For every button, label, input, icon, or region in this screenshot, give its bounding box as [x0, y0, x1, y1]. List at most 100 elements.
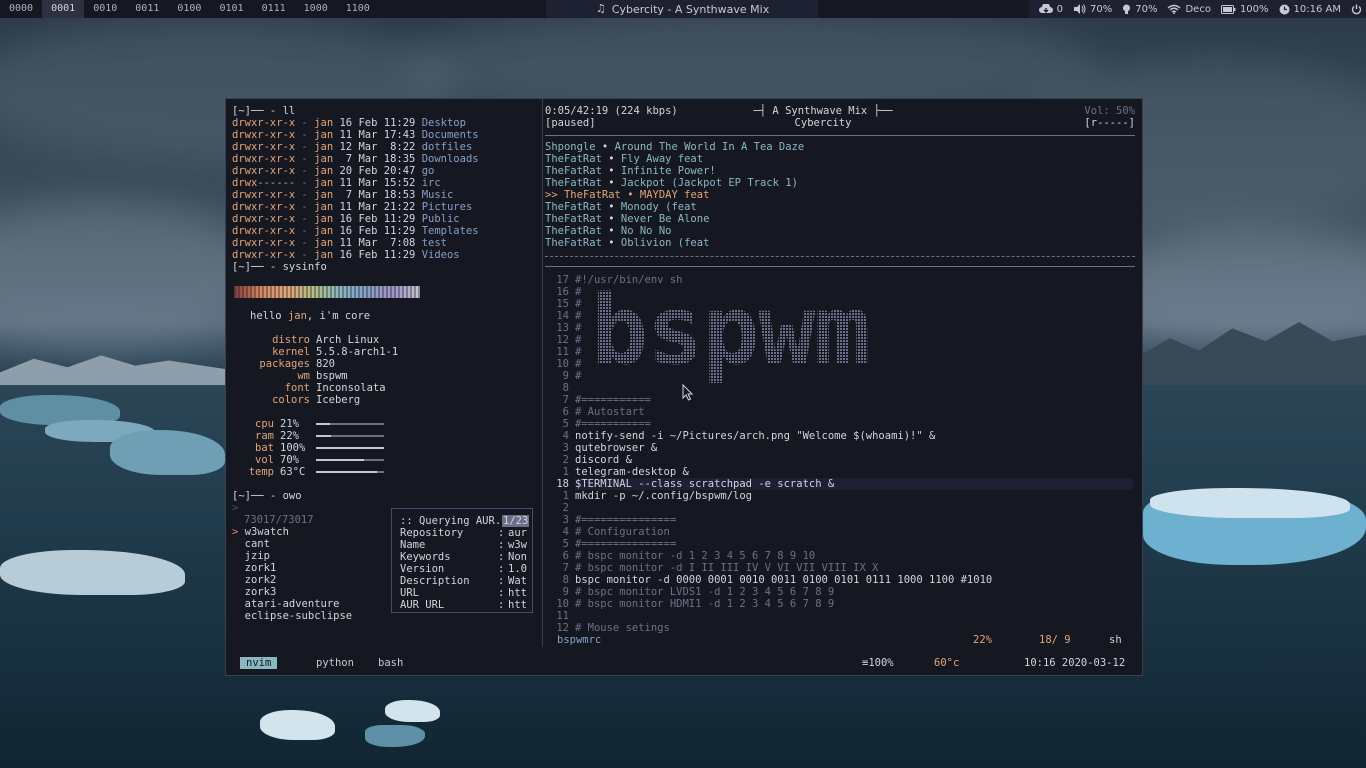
workspace-0111[interactable]: 0111 [253, 0, 295, 18]
result-item[interactable]: > w3watch [232, 526, 289, 538]
code-line[interactable]: # [575, 358, 581, 370]
result-item[interactable]: zork1 [232, 562, 277, 574]
code-line[interactable]: # bspc monitor -d I II III IV V VI VII V… [575, 562, 878, 574]
result-item[interactable]: eclipse-subclipse [232, 610, 352, 622]
code-text: # Autostart [575, 406, 645, 418]
code-line[interactable]: qutebrowser & [575, 442, 657, 454]
volume-module[interactable]: 70% [1073, 4, 1112, 15]
code-line[interactable]: telegram-desktop & [575, 466, 689, 478]
stat-value: 21% [280, 418, 299, 430]
code-line[interactable]: discord & [575, 454, 632, 466]
popup-value: htt [508, 587, 527, 599]
line-number: 14 [556, 310, 569, 322]
result-item[interactable]: jzip [232, 550, 270, 562]
time: 18:53 [383, 189, 416, 201]
battery-module[interactable]: 100% [1220, 4, 1269, 15]
workspace-0101[interactable]: 0101 [210, 0, 252, 18]
code-line[interactable]: # [575, 310, 581, 322]
tab-nvim[interactable]: nvim [240, 657, 278, 669]
code-line[interactable]: # bspc monitor -d 1 2 3 4 5 6 7 8 9 10 [575, 550, 815, 562]
workspace-0001[interactable]: 0001 [42, 0, 85, 18]
workspace-0011[interactable]: 0011 [126, 0, 168, 18]
info-value: Iceberg [316, 394, 361, 406]
brightness-module[interactable]: 70% [1122, 4, 1157, 15]
workspace-1000[interactable]: 1000 [295, 0, 337, 18]
stat-bar-fill [316, 459, 364, 461]
code-line[interactable]: # [575, 334, 581, 346]
playlist-item[interactable]: TheFatRat • Never Be Alone [545, 213, 709, 225]
code-text: # [575, 298, 582, 310]
line-number: 11 [556, 610, 569, 622]
playlist-item[interactable]: Shpongle • Around The World In A Tea Daz… [545, 141, 804, 153]
result-name: zork2 [244, 574, 277, 586]
playlist-item[interactable]: TheFatRat • Fly Away feat [545, 153, 703, 165]
wifi-module[interactable]: Deco [1167, 4, 1211, 15]
playlist-item[interactable]: TheFatRat • Monody (feat [545, 201, 697, 213]
result-item[interactable]: atari-adventure [232, 598, 340, 610]
code-line[interactable]: bspc monitor -d 0000 0001 0010 0011 0100… [575, 574, 992, 586]
playlist-item[interactable]: TheFatRat • Jackpot (Jackpot EP Track 1) [545, 177, 798, 189]
code-line[interactable]: # bspc monitor LVDS1 -d 1 2 3 4 5 6 7 8 … [575, 586, 834, 598]
playlist-item[interactable]: TheFatRat • Infinite Power! [545, 165, 716, 177]
tab-bash[interactable]: bash [372, 657, 409, 669]
music-volume[interactable]: Vol: 50% [1084, 105, 1135, 117]
code-line[interactable]: mkdir -p ~/.config/bspwm/log [575, 490, 752, 502]
code-line[interactable]: $TERMINAL --class scratchpad -e scratch … [575, 478, 1133, 490]
search-input[interactable]: > [232, 502, 238, 514]
code-line[interactable]: # [575, 370, 581, 382]
code-line[interactable]: # [575, 322, 581, 334]
filename: bspwmrc [557, 634, 602, 646]
code-line[interactable]: #=========== [575, 418, 651, 430]
code-line[interactable]: # bspc monitor HDMI1 -d 1 2 3 4 5 6 7 8 … [575, 598, 834, 610]
code-line[interactable]: #=============== [575, 538, 676, 550]
month: Feb [358, 213, 378, 225]
code-line[interactable]: #!/usr/bin/env sh [575, 274, 682, 286]
right-pane[interactable]: 0:05/42:19 (224 kbps) [paused] ─┤ A Synthw… [542, 99, 1143, 647]
owner: jan [314, 189, 334, 201]
result-item[interactable]: cant [232, 538, 270, 550]
code-line[interactable]: # [575, 286, 581, 298]
title: Never Be Alone [620, 213, 710, 225]
title: Jackpot (Jackpot EP Track 1) [620, 177, 798, 189]
updates-module[interactable]: 0 [1038, 4, 1063, 15]
playlist-item[interactable]: >> TheFatRat • MAYDAY feat [545, 189, 709, 201]
code-line[interactable]: # Mouse setings [575, 622, 670, 634]
code-line[interactable]: # [575, 298, 581, 310]
code-line[interactable]: # [575, 346, 581, 358]
code-line[interactable]: # Configuration [575, 526, 670, 538]
title: No No No [620, 225, 672, 237]
workspace-0000[interactable]: 0000 [0, 0, 42, 18]
day: 11 [339, 129, 353, 141]
workspace-1100[interactable]: 1100 [337, 0, 379, 18]
artist: Cybercity [794, 117, 852, 129]
clock-module[interactable]: 10:16 AM [1279, 4, 1341, 15]
owner: jan [314, 213, 334, 225]
popup-value: Wat [508, 575, 527, 587]
code-line[interactable]: # Autostart [575, 406, 645, 418]
code-text: bspc monitor -d 0000 0001 0010 0011 0100… [575, 574, 993, 586]
code-line[interactable]: #=========== [575, 394, 651, 406]
hello-line: hello jan, i'm core [250, 310, 370, 322]
code-text: # Configuration [575, 526, 670, 538]
result-item[interactable]: zork3 [232, 586, 277, 598]
code-line[interactable]: #=============== [575, 514, 676, 526]
month: Feb [358, 225, 378, 237]
workspace-0010[interactable]: 0010 [84, 0, 126, 18]
code-line[interactable]: notify-send -i ~/Pictures/arch.png "Welc… [575, 430, 935, 442]
result-item[interactable]: zork2 [232, 574, 277, 586]
tab-python[interactable]: python [310, 657, 360, 669]
line-number: 10 [556, 598, 569, 610]
ls-row: drwxr-xr-x - jan 16 Feb 11:29 Templates [232, 225, 479, 237]
dash: - [295, 141, 315, 153]
shell-pane[interactable]: :: Querying AUR.. 1/23 Repository: aur Name:… [226, 99, 542, 647]
power-button[interactable] [1351, 4, 1362, 15]
flags: [r-----] [1084, 117, 1135, 129]
workspace-0100[interactable]: 0100 [168, 0, 210, 18]
playlist-item[interactable]: TheFatRat • Oblivion (feat [545, 237, 709, 249]
time: 11:29 [383, 249, 416, 261]
line-number: 12 [556, 622, 569, 634]
playlist-item[interactable]: TheFatRat • No No No [545, 225, 671, 237]
prompt: [~]── - sysinfo [232, 261, 327, 273]
